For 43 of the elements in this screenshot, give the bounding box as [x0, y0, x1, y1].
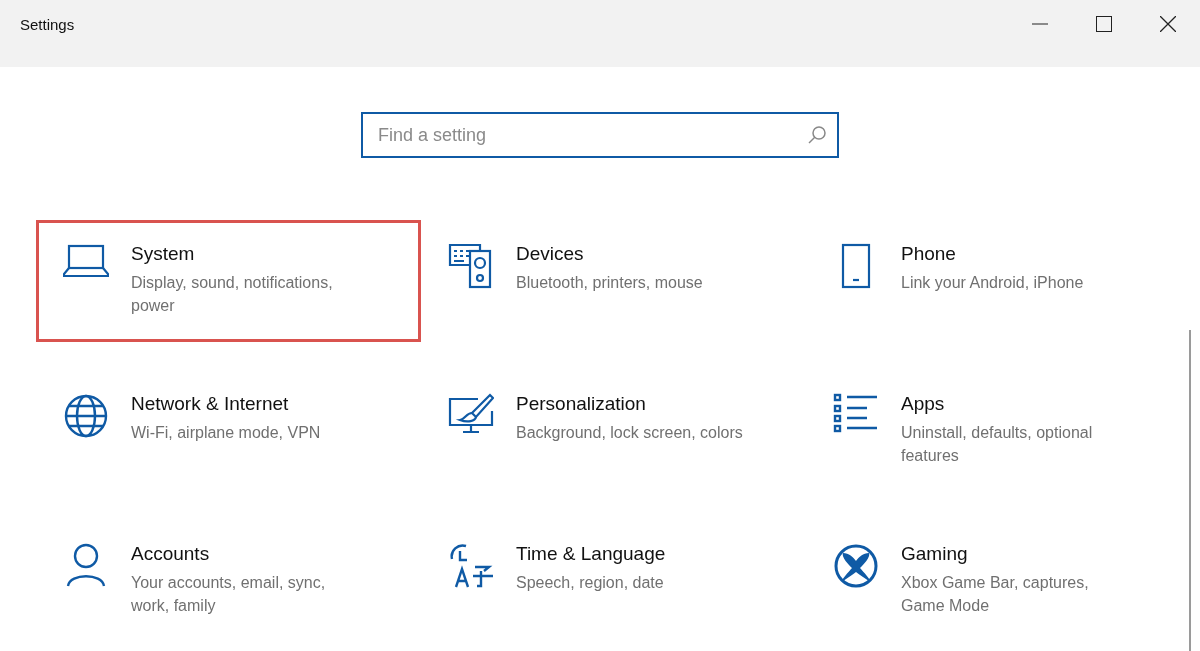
category-title: Time & Language: [516, 543, 666, 565]
scrollbar[interactable]: [1189, 330, 1191, 651]
category-title: Network & Internet: [131, 393, 290, 415]
category-description: Uninstall, defaults, optional features: [901, 423, 1094, 466]
category-description: Xbox Game Bar, captures, Game Mode: [901, 573, 1090, 616]
category-title: Accounts: [131, 543, 211, 565]
settings-category[interactable]: System Display, sound, notifications, power: [36, 220, 421, 342]
category-title: Personalization: [516, 393, 647, 415]
settings-category[interactable]: Time & Language Speech, region, date: [421, 520, 806, 642]
category-description: Speech, region, date: [516, 573, 665, 593]
category-description: Wi-Fi, airplane mode, VPN: [131, 423, 321, 443]
clock-letters-icon: [448, 543, 494, 589]
settings-category[interactable]: Devices Bluetooth, printers, mouse: [421, 220, 806, 342]
keyboard-speaker-icon: [448, 243, 494, 289]
category-description: Link your Android, iPhone: [901, 273, 1084, 293]
list-icon: [833, 393, 879, 433]
category-title: Apps: [901, 393, 946, 415]
category-title: Phone: [901, 243, 957, 265]
search-icon: [807, 125, 827, 145]
settings-category[interactable]: Apps Uninstall, defaults, optional features: [806, 370, 1191, 492]
minimize-icon: [1032, 23, 1048, 25]
category-title: Devices: [516, 243, 585, 265]
globe-icon: [63, 393, 109, 439]
category-title: System: [131, 243, 196, 265]
settings-category[interactable]: Gaming Xbox Game Bar, captures, Game Mode: [806, 520, 1191, 642]
laptop-icon: [63, 243, 109, 279]
category-description: Display, sound, notifications, power: [131, 273, 334, 316]
category-description: Bluetooth, printers, mouse: [516, 273, 703, 293]
settings-category[interactable]: Phone Link your Android, iPhone: [806, 220, 1191, 342]
search-field[interactable]: Find a setting: [361, 112, 839, 158]
category-description: Your accounts, email, sync, work, family: [131, 573, 327, 616]
maximize-icon: [1096, 16, 1112, 32]
window-title: Settings: [19, 15, 76, 33]
settings-category[interactable]: Network & Internet Wi-Fi, airplane mode, VPN: [36, 370, 421, 492]
monitor-brush-icon: [448, 393, 494, 435]
close-icon: [1160, 16, 1176, 32]
xbox-logo-icon: [833, 543, 879, 589]
settings-category[interactable]: Personalization Background, lock screen, colors: [421, 370, 806, 492]
category-title: Gaming: [901, 543, 969, 565]
person-icon: [66, 543, 106, 587]
settings-category[interactable]: Accounts Your accounts, email, sync, work, family: [36, 520, 421, 642]
category-description: Background, lock screen, colors: [516, 423, 743, 443]
phone-icon: [841, 243, 871, 289]
